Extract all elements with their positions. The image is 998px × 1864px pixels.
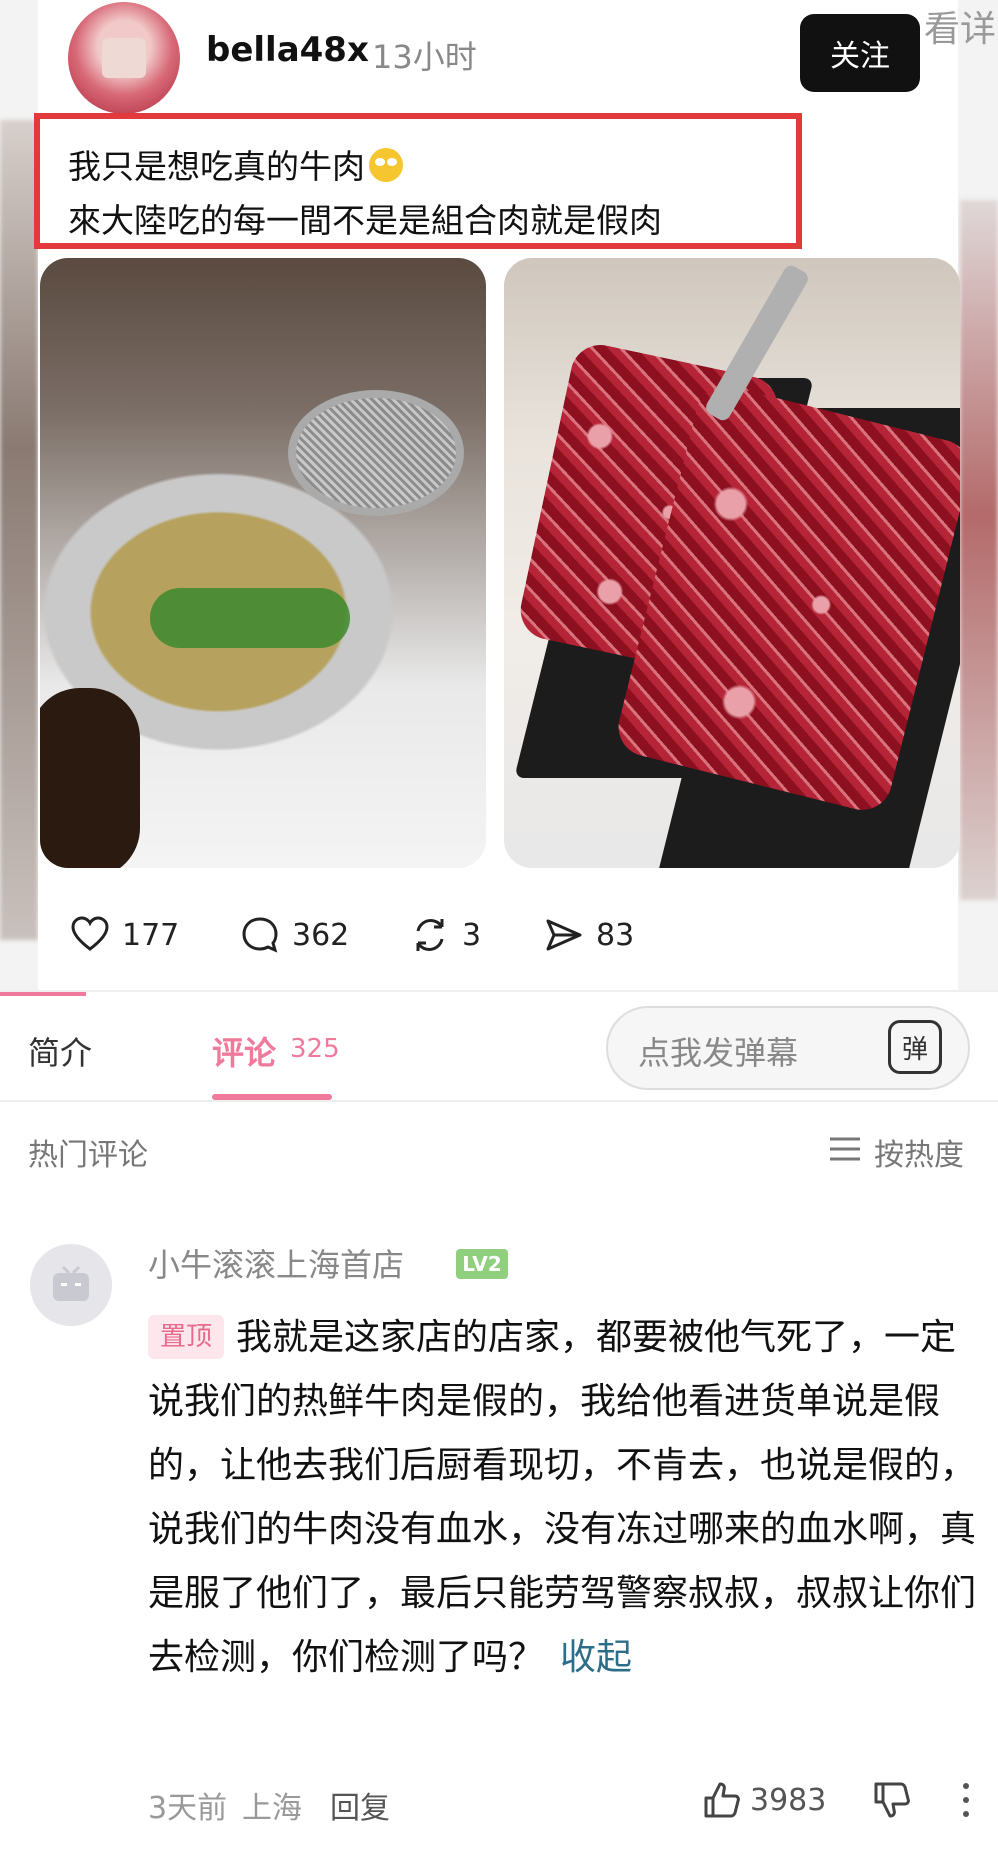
beef-photo[interactable] [504,258,960,868]
progress-bar [0,992,86,996]
commenter-username[interactable]: 小牛滚滚上海首店 [148,1240,404,1286]
share-stat[interactable]: 83 [544,910,634,960]
watermark-text: 看详 [924,9,997,50]
sort-lines-icon[interactable] [828,1135,862,1163]
post-username[interactable]: bella48x [206,30,369,70]
thumbs-up-icon[interactable] [702,1780,742,1820]
greens-shape [150,588,350,648]
repost-count: 3 [462,917,482,953]
repost-icon [416,919,444,951]
avatar[interactable] [68,2,180,114]
repost-stat[interactable]: 3 [410,910,481,960]
tab-comments-count: 325 [290,1034,340,1064]
hotpot-photo[interactable] [40,258,486,868]
comment-location: 上海 [242,1791,302,1826]
commenter-avatar[interactable] [30,1244,112,1326]
comment-time: 3天前 [148,1791,228,1826]
comment-text: 我就是这家店的店家，都要被他气死了，一定说我们的热鲜牛肉是假的，我给他看进货单说… [148,1317,977,1678]
danmu-tv-icon[interactable]: 弹 [888,1020,942,1074]
hot-comments-label: 热门评论 [28,1138,148,1173]
blurred-side-right [960,200,998,900]
post-time: 13小时 [372,38,477,76]
comment-bubble-icon [242,917,278,953]
sort-by-hot[interactable]: 按热度 [874,1130,964,1174]
comment-stat[interactable]: 362 [240,910,349,960]
collapse-link[interactable]: 收起 [560,1637,632,1678]
comment-body: 置顶 我就是这家店的店家，都要被他气死了，一定说我们的热鲜牛肉是假的，我给他看进货… [148,1306,978,1690]
sauce-bowl-shape [40,688,140,868]
pinned-badge: 置顶 [148,1315,225,1359]
comment-count: 362 [292,917,350,953]
caption-line-1: 我只是想吃真的牛肉 [68,147,365,186]
share-icon [546,919,582,951]
comment-like-count: 3983 [750,1783,827,1818]
post-caption: 我只是想吃真的牛肉 來大陸吃的每一間不是是組合肉就是假肉 [68,140,662,248]
eye-roll-emoji-icon [369,148,403,182]
ladle-shape [288,390,464,516]
tv-mascot-icon [53,1265,89,1301]
blurred-side-left [0,120,38,940]
divider [0,990,998,992]
share-count: 83 [596,917,635,953]
like-stat[interactable]: 177 [70,910,179,960]
more-dots-icon[interactable] [956,1780,976,1820]
reply-button[interactable]: 回复 [330,1783,390,1827]
thumbs-down-icon[interactable] [872,1780,912,1820]
tab-intro[interactable]: 简介 [28,1028,92,1074]
caption-line-2: 來大陸吃的每一間不是是組合肉就是假肉 [68,201,662,240]
like-count: 177 [122,917,180,953]
danmu-placeholder: 点我发弹幕 [638,1034,799,1072]
follow-button[interactable]: 关注 [800,14,920,92]
level-badge: LV2 [456,1249,508,1279]
tab-comments[interactable]: 评论 [212,1028,276,1074]
heart-icon [71,916,109,951]
divider [0,1100,998,1102]
